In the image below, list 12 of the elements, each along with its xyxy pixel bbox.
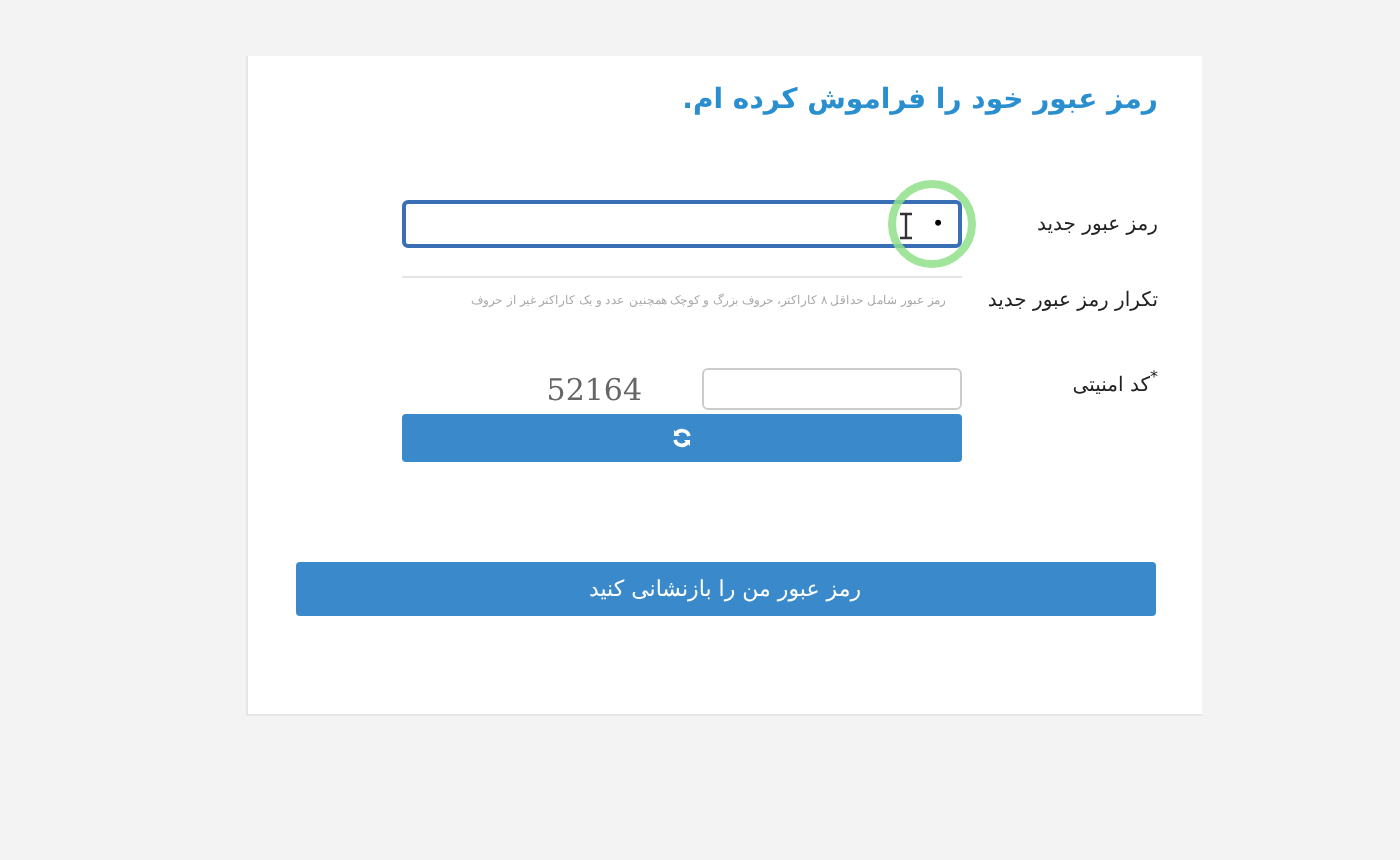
captcha-field[interactable] <box>702 368 962 410</box>
refresh-icon <box>672 428 692 448</box>
text-cursor-icon <box>898 212 914 240</box>
field-label: $^{*}$ کد امنیتی <box>1070 368 1158 397</box>
cursor-highlight-icon <box>886 178 978 270</box>
refresh-button[interactable] <box>402 414 962 462</box>
password-field[interactable]: • <box>402 200 962 248</box>
field-label: رمز عبور جدید <box>1034 213 1158 235</box>
captcha-code: 52164 <box>546 371 642 407</box>
page-title: رمز عبور خود را فراموش کرده ام. <box>680 84 1158 116</box>
reset-password-button[interactable]: رمز عبور من را بازنشانی کنید <box>295 562 1155 616</box>
field-label: تکرار رمز عبور جدید <box>985 289 1158 311</box>
